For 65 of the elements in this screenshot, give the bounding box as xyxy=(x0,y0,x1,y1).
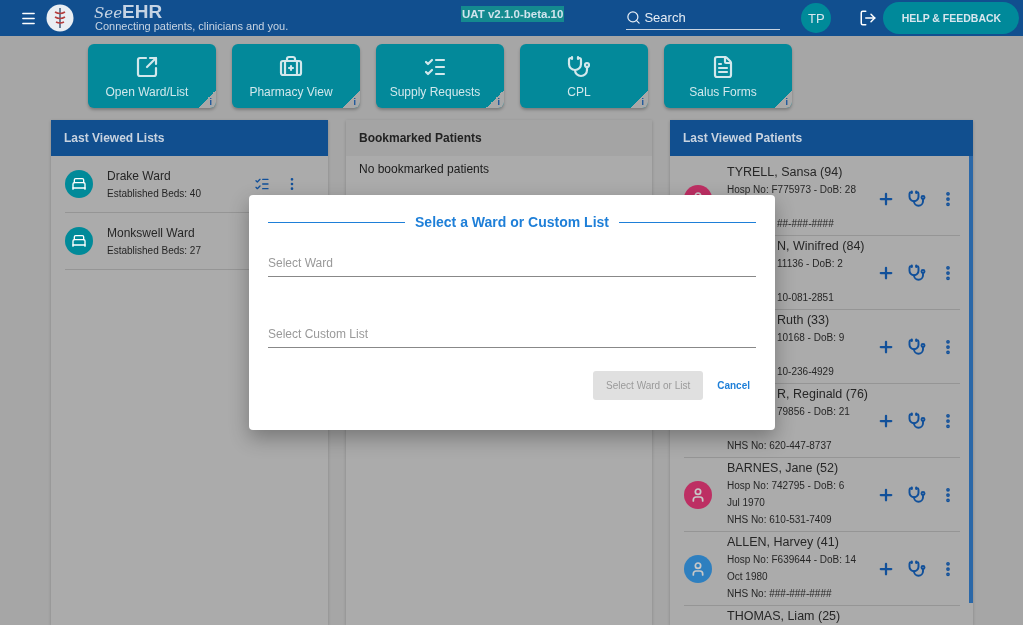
panel-title: Last Viewed Lists xyxy=(51,120,328,156)
empty-message: No bookmarked patients xyxy=(359,162,491,176)
patient-detail: NHS No: 610-531-7409 xyxy=(727,513,832,527)
patient-detail: 10168 - DoB: 9 xyxy=(777,331,845,345)
info-corner[interactable]: i xyxy=(486,90,504,108)
ward-beds: Established Beds: 40 xyxy=(107,188,202,199)
tagline: Connecting patients, clinicians and you. xyxy=(95,21,290,32)
patient-name[interactable]: N, Winifred (84) xyxy=(777,237,865,255)
brand-name: SeeEHR xyxy=(94,2,163,21)
medical-bag-icon xyxy=(279,55,303,79)
shortcut-tile[interactable]: Salus Forms i xyxy=(664,44,792,108)
patient-detail: Hosp No: F639644 - DoB: 14 xyxy=(727,553,856,567)
stethoscope-icon xyxy=(567,55,591,79)
patient-detail: 10-081-2851 xyxy=(777,291,834,305)
caduceus-logo xyxy=(46,4,74,32)
bed-icon xyxy=(65,227,93,255)
stethoscope-icon[interactable] xyxy=(908,263,926,282)
patient-name[interactable]: R, Reginald (76) xyxy=(777,385,868,403)
patient-detail: NHS No: ###-###-#### xyxy=(727,587,832,601)
ward-name[interactable]: Drake Ward xyxy=(107,169,254,183)
info-corner[interactable]: i xyxy=(342,90,360,108)
panel-title: Last Viewed Patients xyxy=(670,120,973,156)
stethoscope-icon[interactable] xyxy=(908,411,926,430)
patient-detail: Jul 1970 xyxy=(727,496,765,510)
patient-detail: Hosp No: 742795 - DoB: 6 xyxy=(727,479,845,493)
patient-detail: Hosp No: F775973 - DoB: 28 xyxy=(727,183,856,197)
patient-detail: 10-236-4929 xyxy=(777,365,834,379)
stethoscope-icon[interactable] xyxy=(908,559,926,578)
document-icon xyxy=(711,55,735,79)
patient-detail: 79856 - DoB: 21 xyxy=(777,405,850,419)
search-icon xyxy=(626,10,642,25)
select-field[interactable]: Select Custom List xyxy=(268,327,756,348)
external-link-icon xyxy=(135,55,159,79)
patient-name[interactable]: Ruth (33) xyxy=(777,311,830,329)
shortcut-tile[interactable]: Open Ward/List i xyxy=(88,44,216,108)
info-corner[interactable]: i xyxy=(198,90,216,108)
shortcut-tile[interactable]: Pharmacy View i xyxy=(232,44,360,108)
environment-label: UAT v2.1.0-beta.10 xyxy=(461,6,565,22)
patient-detail: Oct 1980 xyxy=(727,570,768,584)
panel-title: Bookmarked Patients xyxy=(346,120,652,156)
select-field[interactable]: Select Ward xyxy=(268,256,756,277)
scrollbar[interactable] xyxy=(969,156,973,603)
patient-name[interactable]: TYRELL, Sansa (94) xyxy=(727,163,843,181)
shortcut-tile[interactable]: Supply Requests i xyxy=(376,44,504,108)
patient-name[interactable]: BARNES, Jane (52) xyxy=(727,459,839,477)
ward-beds: Established Beds: 27 xyxy=(107,245,202,256)
shortcut-tile[interactable]: CPL i xyxy=(520,44,648,108)
patient-name[interactable]: THOMAS, Liam (25) xyxy=(727,607,841,625)
bed-icon xyxy=(65,170,93,198)
patient-detail: ##-###-#### xyxy=(777,217,834,231)
patient-detail: 11136 - DoB: 2 xyxy=(777,257,843,271)
info-corner[interactable]: i xyxy=(774,90,792,108)
cancel-button[interactable]: Cancel xyxy=(711,376,756,395)
patient-name[interactable]: ALLEN, Harvey (41) xyxy=(727,533,839,551)
help-feedback-button[interactable]: HELP & FEEDBACK xyxy=(883,2,1020,34)
user-avatar[interactable]: TP xyxy=(801,3,832,33)
search-field[interactable]: Search xyxy=(644,10,765,25)
stethoscope-icon[interactable] xyxy=(908,485,926,504)
info-corner[interactable]: i xyxy=(630,90,648,108)
checklist-icon[interactable] xyxy=(254,176,270,192)
patient-detail: NHS No: 620-447-8737 xyxy=(727,439,832,453)
logout-icon[interactable] xyxy=(859,9,878,27)
stethoscope-icon[interactable] xyxy=(908,337,926,356)
dialog-title: Select a Ward or Custom List xyxy=(415,214,609,230)
stethoscope-icon[interactable] xyxy=(908,189,926,208)
